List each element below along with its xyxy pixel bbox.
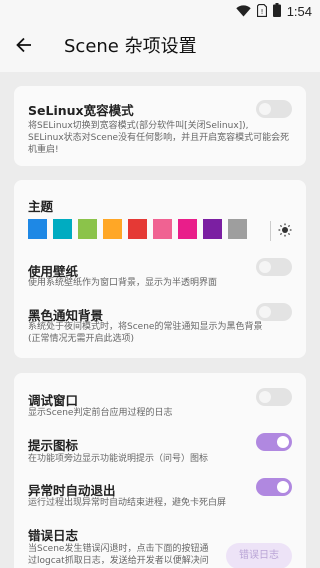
back-button[interactable] (12, 35, 36, 59)
page-title: Scene 杂项设置 (64, 36, 197, 57)
toggle-knob (277, 436, 289, 448)
status-time: 1:54 (286, 3, 312, 19)
debug-window-desc: 显示Scene判定前台应用过程的日志 (28, 408, 173, 418)
toggle-knob (259, 391, 271, 403)
theme-card: 主题 使用壁纸 使用系统壁纸作为窗口背景，显示为半透明界面 黑色通知背景 系统处… (14, 180, 306, 358)
theme-color-swatches (28, 219, 247, 239)
wifi-icon (235, 2, 251, 21)
theme-color-swatch[interactable] (228, 219, 247, 239)
theme-color-swatch[interactable] (203, 219, 222, 239)
selinux-desc-line2: SELinux状态对Scene没有任何影响，并且开启宽容模式可能会死机重启! (28, 133, 290, 155)
selinux-desc-line1: 将SELinux切换到宽容模式(部分软件叫[关闭Selinux]), (28, 121, 249, 131)
error-log-desc-line1: 当Scene发生错误闪退时，点击下面的按钮通 (28, 544, 209, 554)
wallpaper-desc: 使用系统壁纸作为窗口背景，显示为半透明界面 (28, 278, 218, 288)
light-mode-button[interactable] (275, 221, 295, 241)
toggle-knob (259, 306, 271, 318)
selinux-toggle[interactable] (256, 100, 292, 118)
debug-window-toggle[interactable] (256, 388, 292, 406)
status-bar: ! 1:54 (0, 0, 320, 22)
hint-icon-desc: 在功能项旁边显示功能说明提示（问号）图标 (28, 454, 209, 464)
dark-notify-desc-line2: (正常情况无需开启此选项) (28, 334, 135, 344)
battery-icon (272, 2, 281, 21)
theme-color-swatch[interactable] (103, 219, 122, 239)
error-log-button[interactable]: 错误日志 (226, 543, 292, 568)
theme-color-swatch[interactable] (78, 219, 97, 239)
theme-color-swatch[interactable] (28, 219, 47, 239)
arrow-back-icon (16, 37, 32, 57)
svg-text:!: ! (260, 8, 263, 16)
dark-notify-desc-line1: 系统处于夜间模式时，将Scene的常驻通知显示为黑色背景 (28, 322, 263, 332)
debug-card: 调试窗口 显示Scene判定前台应用过程的日志 提示图标 在功能项旁边显示功能说… (14, 373, 306, 568)
hint-icon-toggle[interactable] (256, 433, 292, 451)
theme-color-swatch[interactable] (53, 219, 72, 239)
theme-color-swatch[interactable] (153, 219, 172, 239)
selinux-card: SeLinux宽容模式 将SELinux切换到宽容模式(部分软件叫[关闭Seli… (14, 86, 306, 166)
auto-exit-toggle[interactable] (256, 478, 292, 496)
theme-divider (270, 221, 271, 241)
toggle-knob (259, 103, 271, 115)
wallpaper-toggle[interactable] (256, 258, 292, 276)
status-icons: ! 1:54 (235, 2, 312, 21)
theme-title: 主题 (28, 199, 54, 214)
toggle-knob (259, 261, 271, 273)
hint-icon-title: 提示图标 (28, 438, 79, 453)
theme-color-swatch[interactable] (178, 219, 197, 239)
dark-notify-toggle[interactable] (256, 303, 292, 321)
app-bar: Scene 杂项设置 (0, 22, 320, 72)
selinux-title: SeLinux宽容模式 (28, 103, 134, 118)
auto-exit-desc: 运行过程出现异常时自动结束进程，避免卡死白屏 (28, 498, 227, 508)
theme-color-swatch[interactable] (128, 219, 147, 239)
sim-no-signal-icon: ! (256, 2, 267, 21)
brightness-icon (278, 222, 292, 241)
error-log-title: 错误日志 (28, 528, 79, 543)
toggle-knob (277, 481, 289, 493)
error-log-desc-line2: 过logcat抓取日志，发送给开发者以便解决问 (28, 556, 209, 566)
